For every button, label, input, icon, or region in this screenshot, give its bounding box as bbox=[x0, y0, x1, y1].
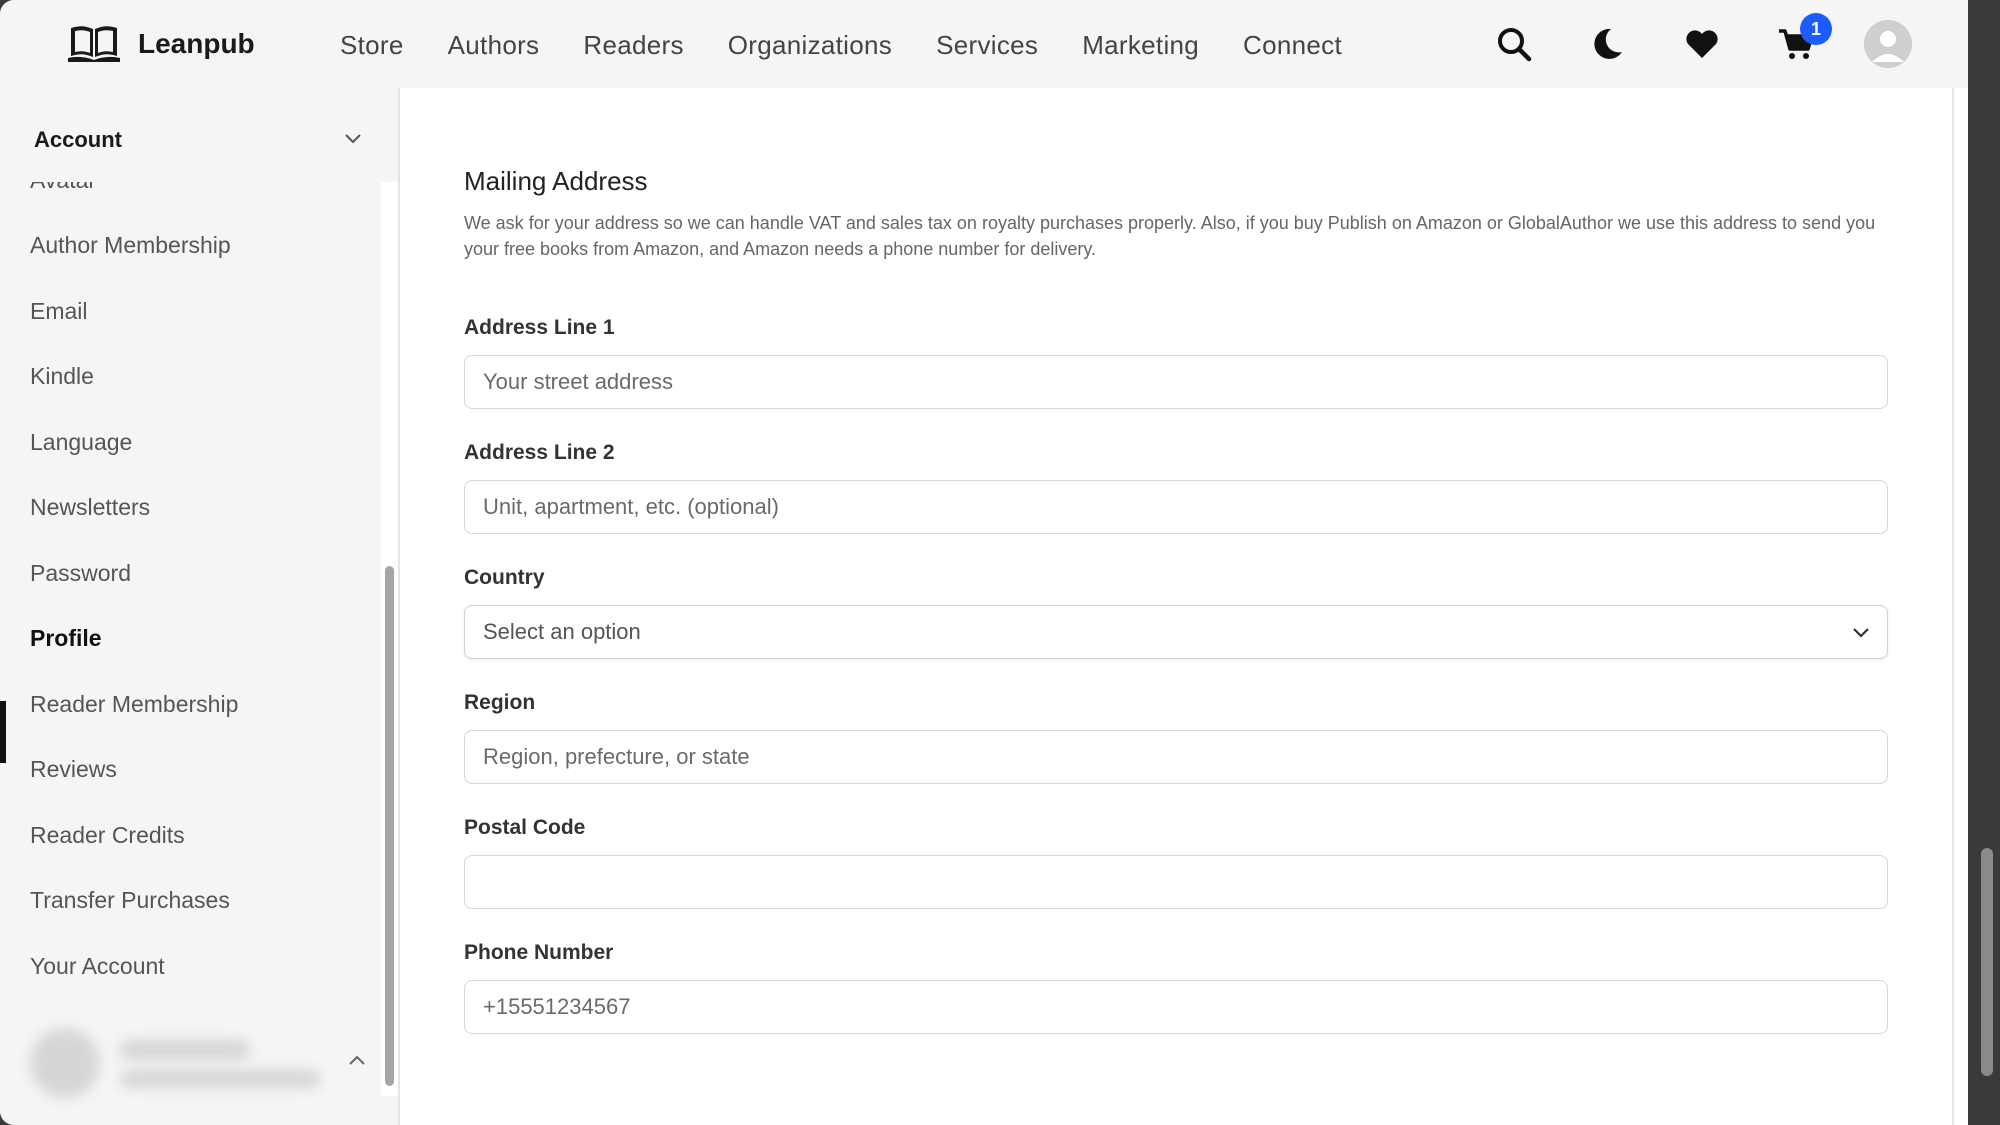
section-title: Mailing Address bbox=[464, 166, 648, 196]
sidebar: Account Avatar Author Membership Email K… bbox=[0, 88, 398, 1125]
nav-authors[interactable]: Authors bbox=[448, 30, 540, 61]
sidebar-item-reader-membership[interactable]: Reader Membership bbox=[30, 691, 238, 718]
sidebar-item-newsletters[interactable]: Newsletters bbox=[30, 494, 150, 521]
nav-store[interactable]: Store bbox=[340, 30, 404, 61]
user-email-blurred bbox=[120, 1070, 320, 1088]
moon-icon[interactable] bbox=[1586, 22, 1630, 66]
address-line-2-label: Address Line 2 bbox=[464, 441, 615, 464]
region-input[interactable] bbox=[464, 730, 1888, 784]
sidebar-user-card[interactable] bbox=[20, 1018, 378, 1118]
address-line-1-label: Address Line 1 bbox=[464, 316, 615, 339]
avatar[interactable] bbox=[1864, 20, 1912, 68]
country-select-value: Select an option bbox=[483, 619, 641, 644]
main-nav: Store Authors Readers Organizations Serv… bbox=[340, 24, 1386, 66]
heart-icon[interactable] bbox=[1680, 22, 1724, 66]
user-name-blurred bbox=[120, 1040, 250, 1060]
nav-marketing[interactable]: Marketing bbox=[1082, 30, 1199, 61]
sidebar-item-avatar[interactable]: Avatar bbox=[30, 182, 96, 194]
user-avatar-blurred bbox=[30, 1028, 100, 1098]
sidebar-item-author-membership[interactable]: Author Membership bbox=[30, 232, 231, 259]
nav-services[interactable]: Services bbox=[936, 30, 1038, 61]
main-content: Mailing Address We ask for your address … bbox=[398, 88, 1954, 1125]
account-section-toggle[interactable]: Account bbox=[34, 118, 364, 162]
top-navigation-bar: Leanpub Store Authors Readers Organizati… bbox=[0, 0, 1968, 88]
sidebar-item-profile[interactable]: Profile bbox=[30, 625, 102, 652]
nav-readers[interactable]: Readers bbox=[583, 30, 683, 61]
active-item-indicator bbox=[0, 701, 6, 763]
sidebar-nav-list: Avatar Author Membership Email Kindle La… bbox=[0, 182, 378, 1092]
brand-name: Leanpub bbox=[138, 28, 255, 59]
phone-number-input[interactable] bbox=[464, 980, 1888, 1034]
sidebar-item-reviews[interactable]: Reviews bbox=[30, 756, 117, 783]
brand-logo-link[interactable]: Leanpub bbox=[68, 22, 255, 66]
sidebar-item-transfer-purchases[interactable]: Transfer Purchases bbox=[30, 887, 230, 914]
page-scrollbar[interactable] bbox=[1974, 0, 2000, 1125]
book-logo-icon bbox=[68, 22, 120, 67]
region-label: Region bbox=[464, 691, 536, 714]
nav-connect[interactable]: Connect bbox=[1243, 30, 1342, 61]
account-section-title: Account bbox=[34, 127, 122, 152]
app-window: Leanpub Store Authors Readers Organizati… bbox=[0, 0, 1968, 1125]
sidebar-item-email[interactable]: Email bbox=[30, 298, 88, 325]
address-line-2-input[interactable] bbox=[464, 480, 1888, 534]
nav-organizations[interactable]: Organizations bbox=[728, 30, 892, 61]
chevron-down-icon bbox=[342, 127, 364, 154]
page-scrollbar-thumb[interactable] bbox=[1981, 848, 1993, 1076]
sidebar-item-your-account[interactable]: Your Account bbox=[30, 953, 165, 980]
sidebar-item-password[interactable]: Password bbox=[30, 560, 131, 587]
section-description: We ask for your address so we can handle… bbox=[464, 213, 1876, 259]
address-line-1-input[interactable] bbox=[464, 355, 1888, 409]
country-label: Country bbox=[464, 566, 545, 589]
sidebar-item-reader-credits[interactable]: Reader Credits bbox=[30, 822, 185, 849]
country-select[interactable]: Select an option bbox=[464, 605, 1888, 659]
search-icon[interactable] bbox=[1492, 22, 1536, 66]
postal-code-input[interactable] bbox=[464, 855, 1888, 909]
chevron-up-icon[interactable] bbox=[342, 1046, 372, 1076]
sidebar-scrollbar[interactable] bbox=[381, 182, 398, 1096]
postal-code-label: Postal Code bbox=[464, 816, 586, 839]
sidebar-item-language[interactable]: Language bbox=[30, 429, 132, 456]
chevron-down-icon bbox=[1849, 620, 1873, 644]
sidebar-item-kindle[interactable]: Kindle bbox=[30, 363, 94, 390]
cart-count-badge: 1 bbox=[1800, 13, 1832, 45]
sidebar-scrollbar-thumb[interactable] bbox=[385, 566, 394, 1086]
phone-number-label: Phone Number bbox=[464, 941, 614, 964]
